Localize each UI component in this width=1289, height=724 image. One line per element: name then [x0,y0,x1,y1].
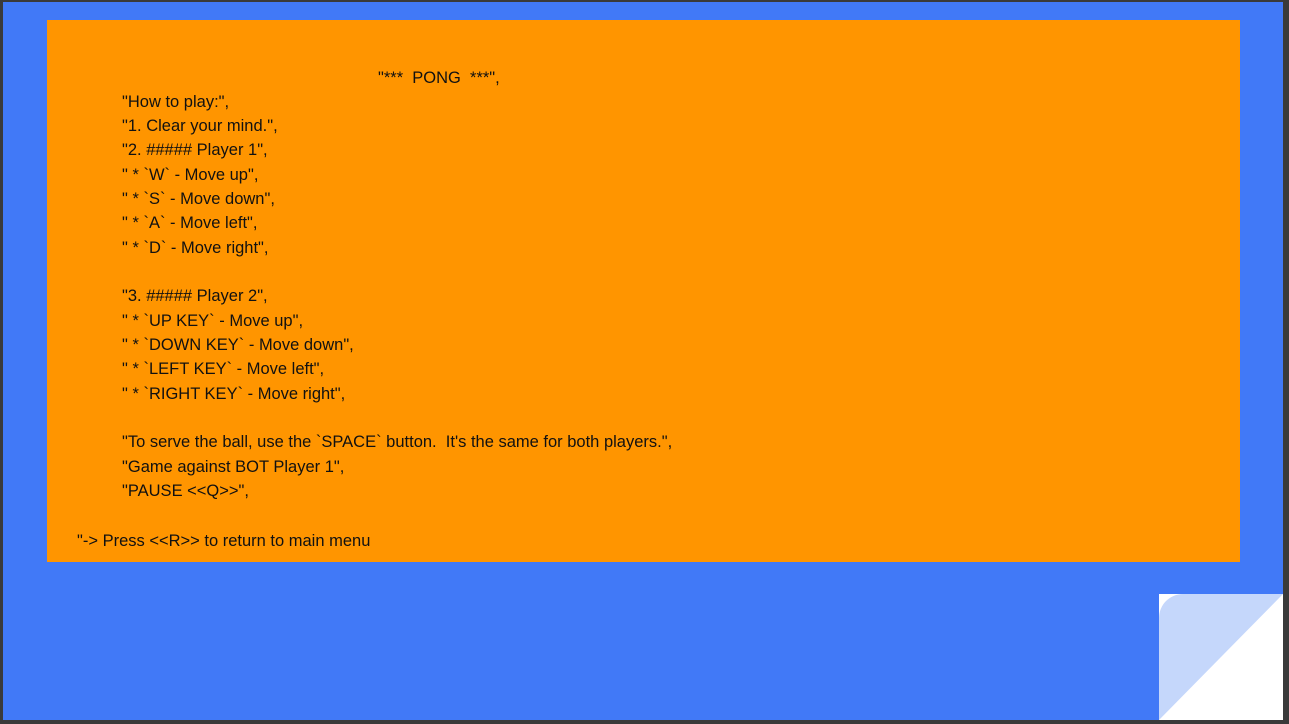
instruction-line: " * `DOWN KEY` - Move down", [122,336,354,354]
instruction-line: " * `LEFT KEY` - Move left", [122,360,325,378]
slide-background: "*** PONG ***", "How to play:", "1. Clea… [3,2,1283,720]
page-curl-icon [1159,594,1283,720]
instruction-line: "2. ##### Player 1", [122,141,268,159]
instructions-panel: "*** PONG ***", "How to play:", "1. Clea… [47,20,1240,562]
instruction-line: "3. ##### Player 2", [122,287,268,305]
instruction-line: " * `W` - Move up", [122,166,259,184]
instruction-line: "PAUSE <<Q>>", [122,482,249,500]
instruction-line: " * `UP KEY` - Move up", [122,312,304,330]
instruction-line: "1. Clear your mind.", [122,117,278,135]
instruction-line: " * `A` - Move left", [122,214,258,232]
instruction-line: " * `D` - Move right", [122,239,269,257]
instruction-line: "How to play:", [122,93,230,111]
return-to-menu-hint: "-> Press <<R>> to return to main menu [77,532,371,550]
instruction-line: "To serve the ball, use the `SPACE` butt… [122,433,673,451]
instruction-line: "Game against BOT Player 1", [122,458,345,476]
instruction-line: " * `RIGHT KEY` - Move right", [122,385,346,403]
game-title: "*** PONG ***", [378,69,500,87]
page-curl-fold [1159,594,1283,720]
instruction-line: " * `S` - Move down", [122,190,275,208]
